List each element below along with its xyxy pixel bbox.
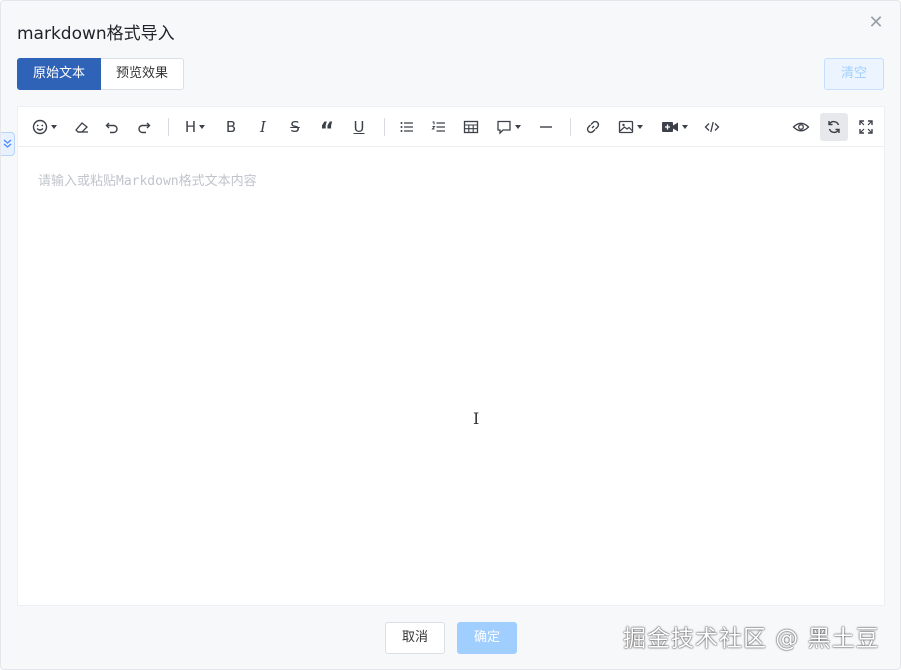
preview-eye-icon[interactable] <box>789 113 813 141</box>
dialog-title: markdown格式导入 <box>17 24 175 44</box>
strikethrough-icon[interactable]: S <box>283 113 307 141</box>
italic-label: I <box>260 118 266 136</box>
tab-preview[interactable]: 预览效果 <box>101 58 185 90</box>
redo-icon[interactable] <box>132 113 156 141</box>
view-tabs: 原始文本 预览效果 <box>17 58 185 90</box>
eraser-icon[interactable] <box>70 113 94 141</box>
markdown-editor: H B I S “ U 请输入或粘贴Markdown格式文本内容 I <box>17 106 885 606</box>
ordered-list-icon[interactable] <box>427 113 451 141</box>
bold-label: B <box>225 118 237 136</box>
strike-label: S <box>290 118 300 136</box>
side-collapse-icon[interactable] <box>1 132 15 156</box>
close-icon[interactable]: ✕ <box>866 13 886 33</box>
editor-placeholder: 请输入或粘贴Markdown格式文本内容 <box>38 174 257 189</box>
quote-icon[interactable]: “ <box>315 113 339 144</box>
undo-icon[interactable] <box>100 113 124 141</box>
toolbar-divider <box>168 118 169 136</box>
editor-toolbar: H B I S “ U <box>18 107 884 147</box>
table-icon[interactable] <box>459 113 483 141</box>
tab-raw-text[interactable]: 原始文本 <box>17 58 102 90</box>
comment-icon[interactable] <box>491 113 525 141</box>
clear-button[interactable]: 清空 <box>824 58 884 90</box>
cancel-button[interactable]: 取消 <box>385 622 445 654</box>
heading-label: H <box>184 118 197 136</box>
sync-scroll-icon[interactable] <box>820 113 848 141</box>
video-icon[interactable] <box>656 113 692 141</box>
underline-icon[interactable]: U <box>347 113 371 141</box>
markdown-import-dialog: markdown格式导入 ✕ 原始文本 预览效果 清空 H B I S “ U … <box>0 0 901 670</box>
fullscreen-icon[interactable] <box>854 113 878 141</box>
underline-label: U <box>353 118 365 136</box>
heading-icon[interactable]: H <box>180 113 210 141</box>
code-icon[interactable] <box>700 113 724 141</box>
toolbar-divider <box>570 118 571 136</box>
quote-label: “ <box>319 118 335 144</box>
text-cursor-icon: I <box>473 409 480 428</box>
link-icon[interactable] <box>581 113 605 141</box>
emoji-icon[interactable] <box>28 113 60 141</box>
confirm-button[interactable]: 确定 <box>457 622 517 654</box>
italic-icon[interactable]: I <box>251 113 275 141</box>
markdown-textarea[interactable]: 请输入或粘贴Markdown格式文本内容 <box>18 147 884 605</box>
image-icon[interactable] <box>613 113 647 141</box>
unordered-list-icon[interactable] <box>395 113 419 141</box>
watermark-text: 掘金技术社区 @ 黑土豆 <box>623 626 880 652</box>
horizontal-rule-icon[interactable] <box>534 113 558 141</box>
toolbar-divider <box>384 118 385 136</box>
bold-icon[interactable]: B <box>219 113 243 141</box>
